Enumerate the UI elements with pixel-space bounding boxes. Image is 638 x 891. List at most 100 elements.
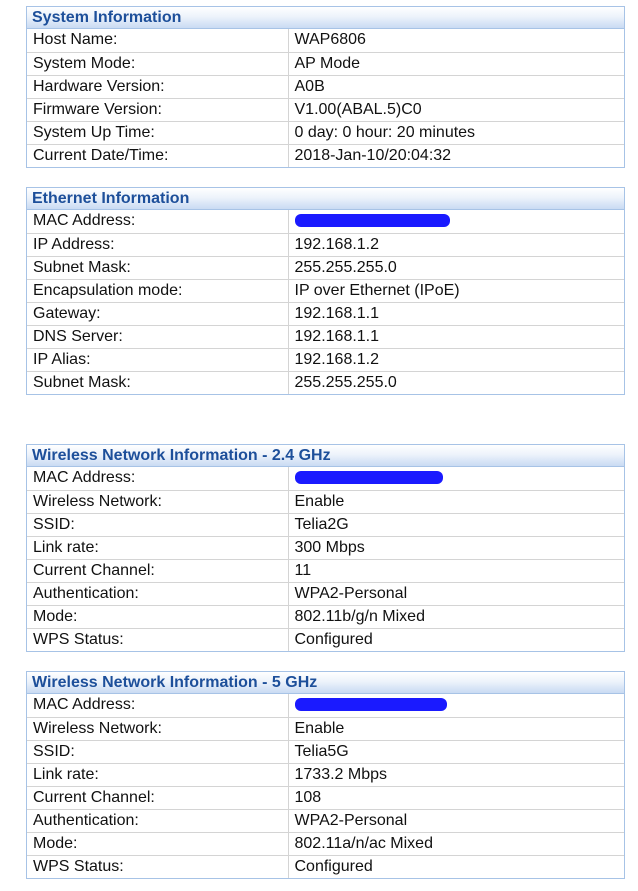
table-row: Hardware Version: A0B xyxy=(27,75,624,99)
table-row: DNS Server: 192.168.1.1 xyxy=(27,325,624,349)
redaction-mark xyxy=(294,470,443,484)
wireless-5ghz-title: Wireless Network Information - 5 GHz xyxy=(27,672,624,694)
table-row: Gateway: 192.168.1.1 xyxy=(27,302,624,326)
wireless-24ghz-panel: Wireless Network Information - 2.4 GHz M… xyxy=(26,444,625,652)
authentication-label: Authentication: xyxy=(27,582,289,606)
ethernet-information-panel: Ethernet Information MAC Address: IP Add… xyxy=(26,187,625,395)
table-row: Link rate: 300 Mbps xyxy=(27,536,624,560)
current-channel-value: 108 xyxy=(288,786,624,810)
alias-subnet-mask-value: 255.255.255.0 xyxy=(294,373,397,391)
dns-server-value: 192.168.1.1 xyxy=(288,325,624,349)
wireless-24ghz-table: MAC Address: Wireless Network: Enable SS… xyxy=(27,467,624,651)
ip-alias-label: IP Alias: xyxy=(27,348,289,372)
mode-label: Mode: xyxy=(27,605,289,629)
authentication-value: WPA2-Personal xyxy=(288,582,624,606)
link-rate-value: 1733.2 Mbps xyxy=(288,763,624,787)
table-row: Link rate: 1733.2 Mbps xyxy=(27,763,624,787)
link-rate-label: Link rate: xyxy=(27,536,289,560)
mac-address-label: MAC Address: xyxy=(27,694,289,718)
wireless-24ghz-title: Wireless Network Information - 2.4 GHz xyxy=(27,445,624,467)
mac-address-value xyxy=(288,210,624,234)
table-row: System Mode: AP Mode xyxy=(27,52,624,76)
redaction-mark xyxy=(294,697,447,711)
encapsulation-mode-label: Encapsulation mode: xyxy=(27,279,289,303)
subnet-mask-value: 255.255.255.0 xyxy=(288,256,624,280)
ip-alias-value: 192.168.1.2 xyxy=(288,348,624,372)
ethernet-information-table: MAC Address: IP Address: 192.168.1.2 Sub… xyxy=(27,210,624,394)
dns-server-label: DNS Server: xyxy=(27,325,289,349)
table-row: Wireless Network: Enable xyxy=(27,717,624,741)
mode-value: 802.11a/n/ac Mixed xyxy=(288,832,624,856)
table-row: Firmware Version: V1.00(ABAL.5)C0 xyxy=(27,98,624,122)
wps-status-label: WPS Status: xyxy=(27,855,289,878)
table-row: Host Name: WAP6806 xyxy=(27,29,624,53)
table-row: System Up Time: 0 day: 0 hour: 20 minute… xyxy=(27,121,624,145)
link-rate-value: 300 Mbps xyxy=(288,536,624,560)
current-date-time-value: 2018-Jan-10/20:04:32 xyxy=(294,146,452,164)
table-row: MAC Address: xyxy=(27,210,624,234)
current-channel-label: Current Channel: xyxy=(27,559,289,583)
table-row: IP Address: 192.168.1.2 xyxy=(27,233,624,257)
gateway-value: 192.168.1.1 xyxy=(288,302,624,326)
system-mode-label: System Mode: xyxy=(27,52,289,76)
current-date-time-label: Current Date/Time: xyxy=(27,144,289,167)
table-row: MAC Address: xyxy=(27,694,624,718)
mode-value: 802.11b/g/n Mixed xyxy=(288,605,624,629)
mode-label: Mode: xyxy=(27,832,289,856)
wireless-5ghz-panel: Wireless Network Information - 5 GHz MAC… xyxy=(26,671,625,879)
table-row: IP Alias: 192.168.1.2 xyxy=(27,348,624,372)
ethernet-information-title: Ethernet Information xyxy=(27,188,624,210)
mac-address-label: MAC Address: xyxy=(27,467,289,491)
table-row: Subnet Mask: 255.255.255.0 xyxy=(27,371,624,394)
hardware-version-value: A0B xyxy=(288,75,624,99)
wireless-network-label: Wireless Network: xyxy=(27,490,289,514)
gateway-label: Gateway: xyxy=(27,302,289,326)
redaction-mark xyxy=(294,213,450,227)
link-rate-label: Link rate: xyxy=(27,763,289,787)
table-row: Encapsulation mode: IP over Ethernet (IP… xyxy=(27,279,624,303)
table-row: Wireless Network: Enable xyxy=(27,490,624,514)
system-information-title: System Information xyxy=(27,7,624,29)
firmware-version-value: V1.00(ABAL.5)C0 xyxy=(288,98,624,122)
system-up-time-label: System Up Time: xyxy=(27,121,289,145)
wps-status-label: WPS Status: xyxy=(27,628,289,651)
table-row: SSID: Telia2G xyxy=(27,513,624,537)
system-information-table: Host Name: WAP6806 System Mode: AP Mode … xyxy=(27,29,624,167)
wireless-5ghz-table: MAC Address: Wireless Network: Enable SS… xyxy=(27,694,624,878)
mac-address-value xyxy=(288,467,624,491)
table-row: MAC Address: xyxy=(27,467,624,491)
wireless-network-value: Enable xyxy=(288,490,624,514)
system-up-time-value: 0 day: 0 hour: 20 minutes xyxy=(288,121,624,145)
wireless-network-value: Enable xyxy=(288,717,624,741)
hardware-version-label: Hardware Version: xyxy=(27,75,289,99)
wps-status-value: Configured xyxy=(294,630,373,648)
encapsulation-mode-value: IP over Ethernet (IPoE) xyxy=(288,279,624,303)
alias-subnet-mask-label: Subnet Mask: xyxy=(27,371,289,394)
table-row: SSID: Telia5G xyxy=(27,740,624,764)
table-row: WPS Status: Configured xyxy=(27,628,624,651)
table-row: Authentication: WPA2-Personal xyxy=(27,582,624,606)
system-information-panel: System Information Host Name: WAP6806 Sy… xyxy=(26,6,625,168)
current-channel-value: 11 xyxy=(288,559,624,583)
ip-address-value: 192.168.1.2 xyxy=(288,233,624,257)
mac-address-label: MAC Address: xyxy=(27,210,289,234)
ssid-label: SSID: xyxy=(27,740,289,764)
table-row: Subnet Mask: 255.255.255.0 xyxy=(27,256,624,280)
current-channel-label: Current Channel: xyxy=(27,786,289,810)
host-name-value: WAP6806 xyxy=(288,29,624,53)
table-row: Mode: 802.11b/g/n Mixed xyxy=(27,605,624,629)
table-row: WPS Status: Configured xyxy=(27,855,624,878)
authentication-label: Authentication: xyxy=(27,809,289,833)
wireless-network-label: Wireless Network: xyxy=(27,717,289,741)
table-row: Mode: 802.11a/n/ac Mixed xyxy=(27,832,624,856)
ssid-value: Telia5G xyxy=(288,740,624,764)
mac-address-value xyxy=(288,694,624,718)
wps-status-value: Configured xyxy=(294,857,373,875)
ip-address-label: IP Address: xyxy=(27,233,289,257)
authentication-value: WPA2-Personal xyxy=(288,809,624,833)
ssid-value: Telia2G xyxy=(288,513,624,537)
table-row: Current Date/Time: 2018-Jan-10/20:04:32 xyxy=(27,144,624,167)
subnet-mask-label: Subnet Mask: xyxy=(27,256,289,280)
ssid-label: SSID: xyxy=(27,513,289,537)
firmware-version-label: Firmware Version: xyxy=(27,98,289,122)
